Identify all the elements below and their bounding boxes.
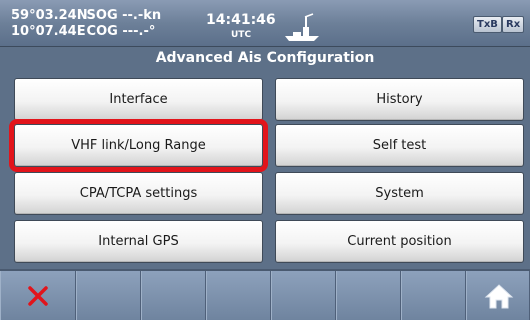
rx-indicator: Rx — [502, 16, 525, 33]
toolbar-slot-2[interactable] — [76, 271, 141, 320]
history-button[interactable]: History — [275, 78, 524, 121]
ship-icon — [285, 13, 319, 41]
system-button[interactable]: System — [275, 172, 524, 215]
cog-readout: COG ---.-° — [86, 24, 156, 39]
utc-label: UTC — [231, 30, 252, 40]
toolbar-slot-6[interactable] — [336, 271, 401, 320]
toolbar-slot-4[interactable] — [206, 271, 271, 320]
sog-readout: SOG --.-kn — [86, 8, 162, 23]
toolbar-slot-3[interactable] — [141, 271, 206, 320]
internal-gps-button[interactable]: Internal GPS — [14, 220, 263, 263]
toolbar-slot-7[interactable] — [401, 271, 466, 320]
vhf-link-long-range-button[interactable]: VHF link/Long Range — [9, 119, 268, 172]
home-button[interactable] — [466, 271, 530, 320]
menu-grid: Interface History VHF link/Long Range Se… — [0, 69, 530, 269]
current-position-button[interactable]: Current position — [275, 220, 524, 263]
cpa-tcpa-settings-button[interactable]: CPA/TCPA settings — [14, 172, 263, 215]
home-icon — [484, 284, 514, 309]
status-bar: 59°03.24N SOG --.-kn 10°07.44E COG ---.-… — [0, 0, 530, 47]
self-test-button[interactable]: Self test — [275, 124, 524, 167]
clock-time: 14:41:46 — [206, 12, 276, 28]
position-line-2: 10°07.44E COG ---.-° — [11, 25, 155, 39]
latitude: 59°03.24N — [11, 8, 88, 23]
bottom-toolbar — [0, 269, 530, 320]
txb-indicator: TxB — [473, 16, 502, 33]
close-icon — [28, 286, 48, 306]
interface-button[interactable]: Interface — [14, 78, 263, 121]
page-title: Advanced Ais Configuration — [0, 47, 530, 69]
cancel-button[interactable] — [0, 271, 76, 320]
position-line-1: 59°03.24N SOG --.-kn — [11, 9, 161, 23]
longitude: 10°07.44E — [11, 24, 86, 39]
toolbar-slot-5[interactable] — [271, 271, 336, 320]
